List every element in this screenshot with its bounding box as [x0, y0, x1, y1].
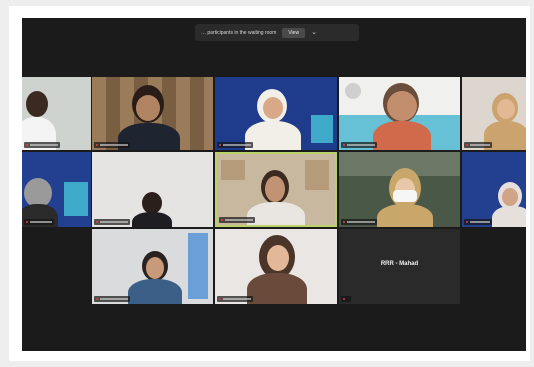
participant-tile-5[interactable]: [462, 77, 526, 150]
participant-name-label: [217, 296, 253, 302]
participant-name-label: [24, 142, 60, 148]
participant-name-label: [341, 142, 377, 148]
participant-name-label: [217, 142, 253, 148]
participant-tile-1[interactable]: [22, 77, 91, 150]
participant-tile-9[interactable]: [339, 152, 460, 227]
participant-tile-4[interactable]: [339, 77, 460, 150]
participant-tile-2[interactable]: [92, 77, 213, 150]
participant-tile-3[interactable]: [215, 77, 337, 150]
participant-tile-11[interactable]: [92, 229, 213, 304]
participant-tile-10[interactable]: [462, 152, 526, 227]
participant-name-label: [464, 219, 492, 225]
view-waiting-room-button[interactable]: View: [282, 27, 306, 38]
participant-tile-13-video-off[interactable]: RRR - Mahad: [339, 229, 460, 304]
participant-name-label: [94, 296, 130, 302]
participant-tile-6[interactable]: [22, 152, 91, 227]
participant-name-label: [341, 219, 377, 225]
waiting-room-message: … participants in the waiting room: [201, 29, 277, 36]
waiting-room-banner: … participants in the waiting room View …: [195, 24, 359, 41]
participant-name-label: [24, 219, 54, 225]
participant-display-name: RRR - Mahad: [380, 261, 419, 267]
participant-name-label: [94, 219, 130, 225]
participant-tile-7[interactable]: [92, 152, 213, 227]
chevron-down-icon[interactable]: ⌄: [311, 29, 317, 36]
participant-name-label: [464, 142, 492, 148]
participant-name-label: [94, 142, 130, 148]
participant-name-label: [341, 296, 351, 302]
participant-tile-8-active-speaker[interactable]: [215, 152, 337, 227]
participant-name-label: [219, 217, 255, 223]
participant-tile-12[interactable]: [215, 229, 337, 304]
